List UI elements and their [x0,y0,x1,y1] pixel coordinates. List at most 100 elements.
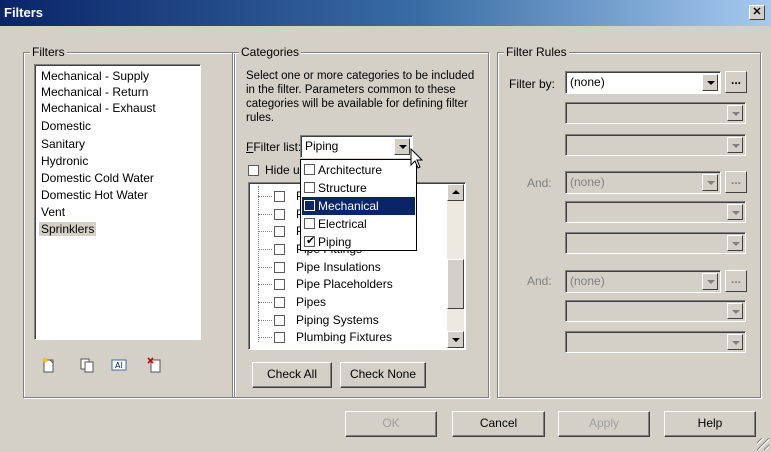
rule2-value-select [565,232,746,254]
chevron-down-icon[interactable] [394,138,410,155]
filter-item-domestic-hot-water[interactable]: Domestic Hot Water [41,188,148,202]
and2-label: And: [527,274,552,288]
filters-legend: Filters [30,45,67,59]
scroll-down-button[interactable] [447,331,464,348]
dropdown-item-label: Architecture [318,163,383,177]
filter-item-domestic[interactable]: Domestic [41,119,91,133]
filter-item-mechanical-exhaust[interactable]: Mechanical - Exhaust [41,101,156,115]
filter-item-vent[interactable]: Vent [41,205,65,219]
and1-more-button: ... [725,171,747,193]
tree-checkbox[interactable] [274,226,285,237]
cancel-label: Cancel [479,416,518,430]
tree-item-label: Pipes [296,295,327,309]
resize-grip[interactable] [757,438,769,450]
dropdown-checkbox-checked[interactable]: ✔ [304,235,316,247]
check-all-button[interactable]: Check All [252,362,332,388]
rule3-value-select [565,331,746,353]
filter-item-mechanical-supply[interactable]: Mechanical - Supply [41,69,149,83]
and1-value: (none) [570,175,605,189]
dropdown-checkbox[interactable] [304,164,315,175]
filter-item-hydronic[interactable]: Hydronic [41,154,88,168]
chevron-down-icon [727,105,743,121]
ok-button: OK [345,411,437,437]
filter-item-domestic-cold-water[interactable]: Domestic Cold Water [41,171,154,185]
tree-dots [258,214,272,215]
scroll-up-button[interactable] [447,184,464,201]
rule1-value-select [565,134,746,156]
filters-dialog: Filters ✕ Filters Mechanical - Supply Me… [0,0,771,452]
filter-rules-legend: Filter Rules [504,45,569,59]
check-none-button[interactable]: Check None [340,362,426,388]
new-filter-icon[interactable] [40,357,58,375]
and2-select: (none) [565,270,721,293]
apply-label: Apply [588,416,620,430]
filter-item-sanitary[interactable]: Sanitary [41,137,85,151]
tree-scrollbar[interactable] [447,184,464,348]
chevron-down-icon [702,273,718,290]
tree-dots [258,337,272,338]
dropdown-checkbox[interactable] [304,218,315,229]
check-all-label: Check All [266,367,318,381]
check-none-label: Check None [349,367,417,381]
filter-list-select[interactable]: Piping [300,135,413,158]
hide-unchecked-label: Hide u [265,163,300,177]
and1-label: And: [527,176,552,190]
tree-checkbox[interactable] [274,279,285,290]
filter-list-label: FFilter list: [246,140,302,154]
tree-checkbox[interactable] [274,244,285,255]
dropdown-item-electrical[interactable]: Electrical [302,215,415,233]
tree-checkbox[interactable] [274,191,285,202]
dropdown-item-piping[interactable]: ✔ Piping [302,233,415,251]
help-label: Help [697,416,723,430]
tree-item-label: Plumbing Fixtures [296,330,393,344]
filter-by-more-button[interactable]: ... [725,71,747,93]
tree-checkbox[interactable] [274,332,285,343]
chevron-down-icon [702,174,718,191]
svg-text:AI: AI [115,361,123,370]
hide-unchecked-checkbox[interactable] [248,165,259,176]
filter-by-value: (none) [570,75,605,89]
chevron-down-icon [727,137,743,153]
filter-list-value: Piping [305,139,339,153]
chevron-down-icon [727,303,743,319]
checkmark-icon: ✔ [306,235,316,247]
filters-list[interactable]: Mechanical - Supply Mechanical - Return … [34,64,201,340]
chevron-down-icon [727,334,743,350]
title-bar[interactable]: Filters ✕ [0,0,771,26]
ok-label: OK [382,416,400,430]
help-button[interactable]: Help [664,411,756,437]
dropdown-item-architecture[interactable]: Architecture [302,161,415,179]
tree-dots [258,249,272,250]
window-title: Filters [4,5,44,20]
tree-checkbox[interactable] [274,262,285,273]
dropdown-item-structure[interactable]: Structure [302,179,415,197]
dropdown-item-label: Electrical [318,217,367,231]
dropdown-checkbox[interactable] [304,200,315,211]
filter-by-label: Filter by: [509,77,556,91]
dropdown-item-label: Mechanical [318,199,379,213]
tree-dots [258,267,272,268]
delete-filter-icon[interactable] [146,357,164,375]
cancel-button[interactable]: Cancel [452,411,545,437]
and1-select: (none) [565,171,721,194]
filter-item-mechanical-return[interactable]: Mechanical - Return [41,85,148,99]
close-button[interactable]: ✕ [749,5,765,20]
filter-by-select[interactable]: (none) [565,71,721,94]
rule3-operator-select [565,300,746,322]
tree-checkbox[interactable] [274,315,285,326]
filter-item-sprinklers[interactable]: Sprinklers [39,222,97,236]
mouse-cursor-icon [410,148,424,169]
duplicate-filter-icon[interactable] [78,357,96,375]
tree-checkbox[interactable] [274,297,285,308]
tree-dots [258,302,272,303]
dropdown-checkbox[interactable] [304,182,315,193]
dropdown-item-mechanical[interactable]: Mechanical [302,197,415,215]
tree-dots [258,196,272,197]
dropdown-item-label: Piping [318,235,352,249]
rename-filter-icon[interactable]: AI [110,357,128,375]
scroll-thumb[interactable] [447,259,464,309]
filter-list-dropdown[interactable]: Architecture Structure Mechanical Electr… [300,159,417,251]
rule2-operator-select [565,201,746,223]
tree-checkbox[interactable] [274,209,285,220]
chevron-down-icon[interactable] [702,74,718,91]
